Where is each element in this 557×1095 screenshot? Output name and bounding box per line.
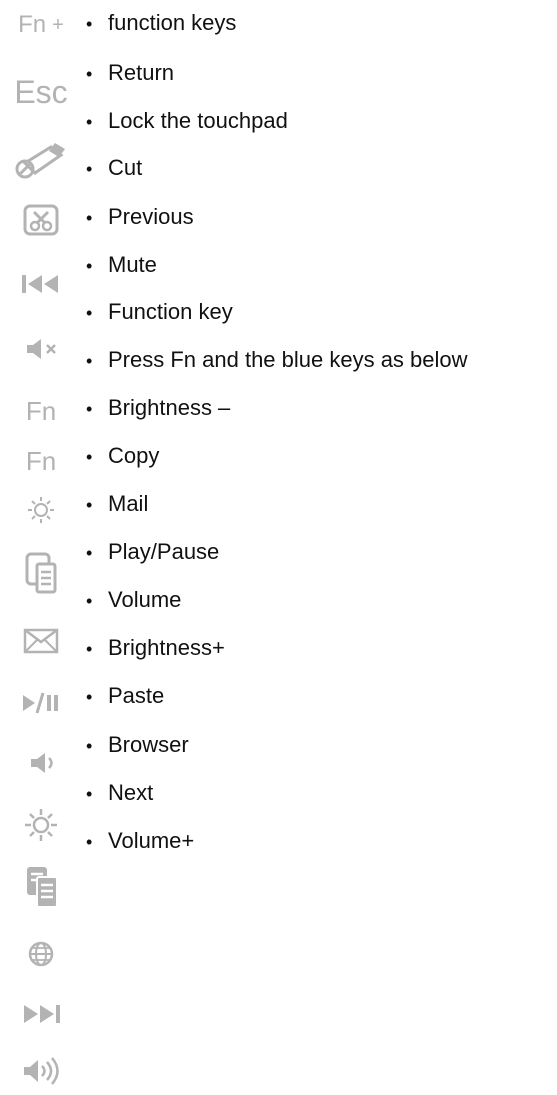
bullet: • bbox=[86, 495, 93, 515]
list-item: • Press Fn and the blue keys as below bbox=[86, 347, 468, 374]
list-item: • Return bbox=[86, 60, 174, 87]
bullet: • bbox=[86, 14, 93, 34]
list-item-label: Brightness+ bbox=[108, 635, 225, 660]
list-item-label: Cut bbox=[108, 155, 143, 180]
play-pause-icon bbox=[6, 683, 76, 723]
list-item-label: Brightness – bbox=[108, 395, 231, 420]
paste-icon bbox=[6, 863, 76, 911]
bullet: • bbox=[86, 591, 93, 611]
bullet: • bbox=[86, 543, 93, 563]
list-item: • Brightness+ bbox=[86, 635, 225, 662]
bullet: • bbox=[86, 784, 93, 804]
bullet: • bbox=[86, 639, 93, 659]
list-item: • Volume+ bbox=[86, 828, 194, 855]
bullet: • bbox=[86, 399, 93, 419]
touchpad-lock-icon bbox=[6, 135, 76, 181]
bullet: • bbox=[86, 447, 93, 467]
bullet: • bbox=[86, 256, 93, 276]
brightness-up-icon bbox=[6, 805, 76, 845]
list-item: • Brightness – bbox=[86, 395, 230, 422]
fn-key-icon: Fn bbox=[25, 395, 57, 426]
bullet: • bbox=[86, 736, 93, 756]
list-item-label: Lock the touchpad bbox=[108, 108, 288, 133]
fn-key-icon-2: Fn bbox=[25, 445, 57, 476]
bullet: • bbox=[86, 303, 93, 323]
list-item-label: Function key bbox=[108, 299, 233, 324]
cut-icon bbox=[6, 198, 76, 242]
next-track-icon bbox=[6, 994, 76, 1034]
list-item: • Mute bbox=[86, 252, 157, 279]
copy-icon bbox=[6, 548, 76, 598]
bullet: • bbox=[86, 351, 93, 371]
list-item-label: Volume+ bbox=[108, 828, 195, 853]
plus-sign: + bbox=[52, 13, 64, 36]
bullet: • bbox=[86, 687, 93, 707]
fn-plus-icon: Fn + bbox=[6, 8, 76, 42]
list-item: • Previous bbox=[86, 204, 194, 231]
list-item-label: Next bbox=[108, 780, 154, 805]
bullet: • bbox=[86, 159, 93, 179]
bullet: • bbox=[86, 208, 93, 228]
brightness-down-icon bbox=[6, 490, 76, 530]
list-item-label: Mute bbox=[108, 252, 157, 277]
list-item-label: Previous bbox=[108, 204, 194, 229]
list-item: • Function key bbox=[86, 299, 233, 326]
volume-down-icon bbox=[6, 743, 76, 783]
list-item-label: Paste bbox=[108, 683, 165, 708]
list-item: • Play/Pause bbox=[86, 539, 219, 566]
mail-icon bbox=[6, 621, 76, 661]
list-item: • Browser bbox=[86, 732, 189, 759]
previous-track-icon bbox=[6, 262, 76, 306]
list-item-label: Browser bbox=[108, 732, 189, 757]
list-item-label: Return bbox=[108, 60, 175, 85]
list-item-label: Mail bbox=[108, 491, 149, 516]
list-item-label: Play/Pause bbox=[108, 539, 220, 564]
list-item: • Cut bbox=[86, 155, 142, 182]
list-item: • Volume bbox=[86, 587, 181, 614]
list-item: • Copy bbox=[86, 443, 159, 470]
list-item-label: Copy bbox=[108, 443, 160, 468]
list-item: • Lock the touchpad bbox=[86, 108, 288, 135]
list-item-label: Volume bbox=[108, 587, 182, 612]
list-item: • Next bbox=[86, 780, 153, 807]
list-item-label: function keys bbox=[108, 10, 237, 35]
bullet: • bbox=[86, 112, 93, 132]
volume-up-icon bbox=[6, 1051, 76, 1091]
esc-icon: Esc bbox=[14, 73, 68, 110]
list-item: • function keys bbox=[86, 10, 236, 37]
list-item: • Paste bbox=[86, 683, 164, 710]
list-item-label: Press Fn and the blue keys as below bbox=[108, 347, 468, 372]
mute-icon bbox=[6, 329, 76, 369]
list-item: • Mail bbox=[86, 491, 148, 518]
fn-label: Fn bbox=[18, 11, 47, 38]
globe-icon bbox=[6, 934, 76, 974]
bullet: • bbox=[86, 832, 93, 852]
bullet: • bbox=[86, 64, 93, 84]
